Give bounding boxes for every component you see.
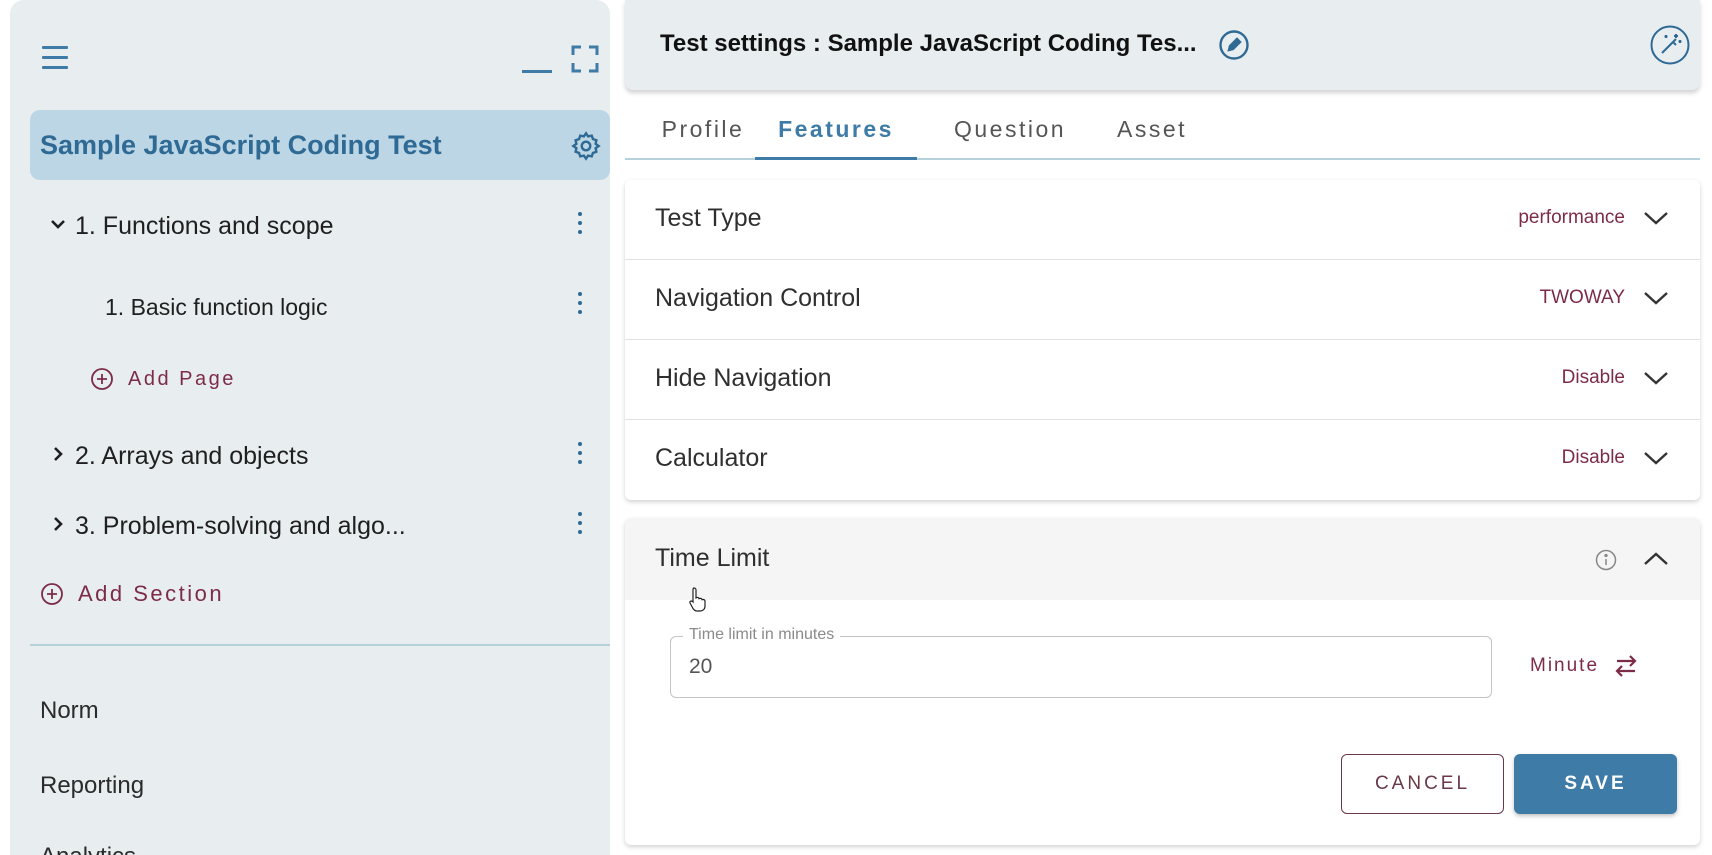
- menu-icon[interactable]: [42, 46, 68, 69]
- sidebar-toolbar: [30, 40, 599, 80]
- more-options-icon[interactable]: [575, 442, 585, 468]
- feature-row-navigation-control[interactable]: Navigation Control TWOWAY: [625, 260, 1700, 340]
- cancel-button[interactable]: CANCEL: [1341, 754, 1504, 814]
- minimize-icon[interactable]: [522, 70, 552, 73]
- feature-label: Hide Navigation: [655, 364, 832, 392]
- tab-question[interactable]: Question: [940, 100, 1080, 160]
- test-title-card[interactable]: Sample JavaScript Coding Test: [30, 110, 610, 180]
- swap-icon: [1615, 655, 1637, 677]
- unit-toggle-button[interactable]: Minute: [1530, 650, 1639, 682]
- feature-label: Calculator: [655, 444, 768, 472]
- feature-row-calculator[interactable]: Calculator Disable: [625, 420, 1700, 500]
- chevron-up-icon[interactable]: [1642, 549, 1670, 569]
- add-section-label: Add Section: [78, 581, 225, 606]
- sidebar: Sample JavaScript Coding Test 1. Functio…: [10, 0, 610, 855]
- page-item[interactable]: 1. Basic function logic: [30, 280, 610, 330]
- more-options-icon[interactable]: [575, 512, 585, 538]
- section-label: 1. Functions and scope: [75, 212, 334, 240]
- feature-row-test-type[interactable]: Test Type performance: [625, 180, 1700, 260]
- info-icon[interactable]: [1595, 549, 1617, 571]
- time-limit-field: Time limit in minutes: [670, 626, 1492, 698]
- time-limit-input[interactable]: [689, 651, 1469, 683]
- add-page-label: Add Page: [128, 367, 236, 390]
- section-label: 3. Problem-solving and algo...: [75, 512, 406, 540]
- test-title: Sample JavaScript Coding Test: [40, 130, 442, 160]
- magic-wand-icon[interactable]: [1650, 25, 1690, 65]
- time-limit-label: Time Limit: [655, 544, 770, 572]
- add-circle-icon: [41, 583, 63, 605]
- section-item[interactable]: 3. Problem-solving and algo...: [30, 500, 610, 550]
- time-limit-field-label: Time limit in minutes: [683, 626, 841, 644]
- features-card: Test Type performance Navigation Control…: [625, 180, 1700, 500]
- tab-features[interactable]: Features: [755, 100, 917, 160]
- feature-row-hide-navigation[interactable]: Hide Navigation Disable: [625, 340, 1700, 420]
- chevron-down-icon[interactable]: [48, 214, 68, 234]
- more-options-icon[interactable]: [575, 212, 585, 238]
- tab-profile[interactable]: Profile: [653, 100, 753, 160]
- chevron-down-icon[interactable]: [1642, 288, 1670, 308]
- feature-label: Test Type: [655, 204, 762, 232]
- feature-value: TWOWAY: [1539, 287, 1625, 308]
- gear-icon[interactable]: [570, 130, 602, 162]
- add-page-button[interactable]: Add Page: [90, 364, 236, 394]
- more-options-icon[interactable]: [575, 292, 585, 318]
- tab-bar: Profile Features Question Asset: [625, 100, 1700, 160]
- time-limit-header[interactable]: Time Limit: [625, 518, 1700, 600]
- section-item[interactable]: 1. Functions and scope: [30, 200, 610, 250]
- settings-header: Test settings : Sample JavaScript Coding…: [625, 0, 1700, 90]
- time-limit-card: Time Limit Time limit in minutes Minute …: [625, 518, 1700, 845]
- section-label: 2. Arrays and objects: [75, 442, 309, 470]
- add-circle-icon: [91, 368, 113, 390]
- nav-item-reporting[interactable]: Reporting: [40, 772, 144, 800]
- divider: [30, 644, 610, 646]
- feature-value: Disable: [1561, 367, 1625, 388]
- feature-value: performance: [1518, 207, 1625, 228]
- add-section-button[interactable]: Add Section: [40, 579, 224, 609]
- nav-item-analytics[interactable]: Analytics: [40, 843, 136, 855]
- unit-label: Minute: [1530, 655, 1600, 676]
- page-title: Test settings : Sample JavaScript Coding…: [660, 30, 1197, 57]
- fullscreen-icon[interactable]: [571, 45, 599, 73]
- chevron-down-icon[interactable]: [1642, 448, 1670, 468]
- page-label: 1. Basic function logic: [105, 294, 328, 320]
- save-button[interactable]: SAVE: [1514, 754, 1677, 814]
- nav-item-norm[interactable]: Norm: [40, 697, 99, 725]
- chevron-down-icon[interactable]: [1642, 208, 1670, 228]
- section-item[interactable]: 2. Arrays and objects: [30, 430, 610, 480]
- chevron-down-icon[interactable]: [1642, 368, 1670, 388]
- feature-label: Navigation Control: [655, 284, 861, 312]
- chevron-right-icon[interactable]: [48, 514, 68, 534]
- edit-icon[interactable]: [1218, 29, 1250, 61]
- chevron-right-icon[interactable]: [48, 444, 68, 464]
- feature-value: Disable: [1561, 447, 1625, 468]
- tab-asset[interactable]: Asset: [1102, 100, 1202, 160]
